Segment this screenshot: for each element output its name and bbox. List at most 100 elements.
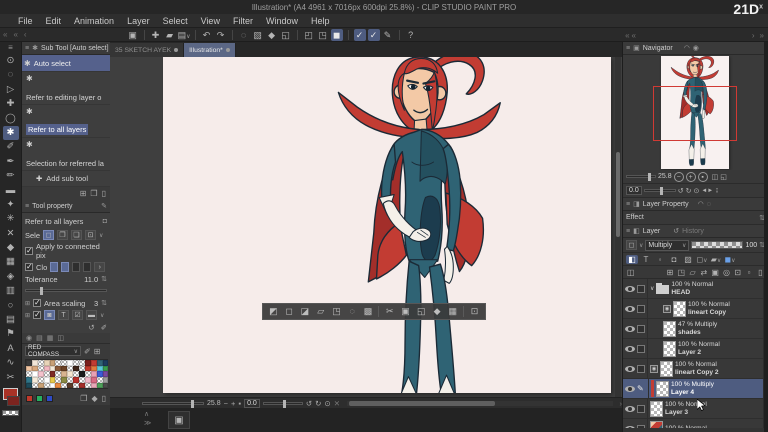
- folder-expand-icon[interactable]: ∨: [650, 285, 654, 292]
- logo-close-icon[interactable]: x: [759, 3, 763, 10]
- layer-visibility-icon[interactable]: [625, 365, 635, 372]
- create-mask-icon[interactable]: ◎: [722, 268, 731, 277]
- auto-select-tool[interactable]: ✱: [2, 125, 19, 141]
- deselect-launcher-icon[interactable]: ◩: [266, 305, 281, 318]
- rotate-right-icon[interactable]: ↻: [315, 399, 321, 408]
- menu-animation[interactable]: Animation: [74, 16, 114, 26]
- navigator-view-rectangle[interactable]: [653, 86, 737, 141]
- reset-defaults-icon[interactable]: ↺: [88, 323, 94, 332]
- rotate-left-icon[interactable]: ↺: [306, 399, 312, 408]
- close-gap-checkbox[interactable]: [25, 262, 33, 271]
- delete-subtool-icon[interactable]: ▯: [102, 189, 106, 198]
- tab-close-icon[interactable]: [225, 48, 230, 52]
- effect-icon[interactable]: ◦: [654, 255, 666, 264]
- subtool-item-0[interactable]: ✱ Auto select: [22, 55, 110, 72]
- zoom-out-icon[interactable]: −: [224, 399, 228, 408]
- palette-drawer-button[interactable]: ◻: [626, 240, 637, 250]
- nav-rotate-left-icon[interactable]: ↺: [678, 187, 684, 195]
- cut-icon[interactable]: ✂: [382, 305, 397, 318]
- information-tab-icon[interactable]: ◉: [693, 44, 699, 52]
- menu-layer[interactable]: Layer: [127, 16, 150, 26]
- blend-mode-select[interactable]: Multiply ∨: [645, 239, 690, 251]
- layer-visibility-icon[interactable]: [625, 305, 635, 312]
- invert-selection-icon[interactable]: ◪: [298, 305, 313, 318]
- marker-tool[interactable]: ▬: [3, 184, 19, 198]
- collapse-arrows[interactable]: ∧ ≫: [144, 410, 151, 428]
- nav-reset-rotation-icon[interactable]: ⊙: [693, 187, 699, 195]
- recent-color-1[interactable]: [36, 395, 43, 403]
- launcher-settings-icon[interactable]: ⊡: [467, 305, 482, 318]
- reset-rotation-icon[interactable]: ⊙: [324, 399, 330, 408]
- color-tab-icon-0[interactable]: ◉: [26, 334, 32, 342]
- open-clip-studio-icon[interactable]: ▣: [127, 29, 139, 41]
- move-tool[interactable]: ✚: [3, 97, 19, 111]
- panel-menu-icon[interactable]: ≡: [626, 45, 630, 52]
- panel-menu-icon[interactable]: ≡: [626, 228, 630, 235]
- frame-border-tool[interactable]: ⚑: [3, 327, 19, 341]
- canvas-horizontal-scrollbar[interactable]: [347, 400, 613, 406]
- layer-checkbox[interactable]: [637, 404, 645, 413]
- fill-tool[interactable]: ◈: [3, 270, 19, 284]
- pencil-tool[interactable]: ✏: [3, 169, 19, 183]
- save-icon[interactable]: ▤∨: [178, 29, 191, 41]
- subtool-item-1[interactable]: ✱ Refer to editing layer o: [22, 72, 110, 105]
- layer-thumbnail[interactable]: [673, 300, 686, 317]
- selection-lasso-tool[interactable]: ◯: [3, 112, 19, 126]
- expand-selection-icon[interactable]: ◌: [345, 305, 360, 318]
- layer-checkbox[interactable]: [637, 304, 645, 313]
- nav-zoom-in-icon[interactable]: +: [685, 171, 696, 182]
- new-raster-layer-icon[interactable]: ⊞: [665, 268, 674, 277]
- zoom-slider-handle[interactable]: [191, 399, 194, 408]
- dock-collapse-icon[interactable]: «: [632, 31, 636, 40]
- navigator-rotation-slider[interactable]: [643, 187, 676, 195]
- nav-actual-size-icon[interactable]: ▪: [697, 171, 708, 182]
- tab-sketch-document[interactable]: 35 SKETCH AYEK: [110, 43, 185, 57]
- layer-thumbnail[interactable]: [650, 420, 663, 428]
- layer-visibility-icon[interactable]: [625, 425, 635, 428]
- search-layer-tab-icon[interactable]: ◌: [707, 201, 711, 208]
- gradient-tool[interactable]: ▥: [3, 284, 19, 298]
- panel-menu-icon[interactable]: ≡: [25, 203, 29, 210]
- menu-help[interactable]: Help: [311, 16, 330, 26]
- rotation-slider-handle[interactable]: [282, 399, 286, 408]
- menu-file[interactable]: File: [18, 16, 33, 26]
- copy-icon[interactable]: ▣: [398, 305, 413, 318]
- selection-subtract-button[interactable]: ❏: [71, 230, 83, 240]
- tolerance-slider[interactable]: [25, 287, 107, 295]
- layer-checkbox[interactable]: [637, 344, 645, 353]
- dock-collapse-icon[interactable]: «: [13, 30, 17, 39]
- slider-handle[interactable]: [648, 173, 651, 181]
- canvas-page[interactable]: [163, 57, 611, 397]
- scroll-arrow-icon[interactable]: »: [760, 31, 764, 40]
- gap-size-2[interactable]: [61, 262, 70, 272]
- select-all-icon[interactable]: ◻: [282, 305, 297, 318]
- selection-add-button[interactable]: ❐: [57, 230, 69, 240]
- new-folder-icon[interactable]: ▱: [688, 268, 697, 277]
- tool-palette-menu-icon[interactable]: ≡: [8, 42, 13, 54]
- layer-checkbox[interactable]: [637, 424, 645, 428]
- tool-property-header[interactable]: ≡ Tool property ✎: [22, 200, 110, 213]
- selection-multiply-button[interactable]: ⊡: [85, 230, 97, 240]
- layer-checkbox[interactable]: [637, 284, 645, 293]
- decoration-tool[interactable]: ✕: [3, 227, 19, 241]
- balloon-tool[interactable]: ▤: [3, 313, 19, 327]
- redo-icon[interactable]: ↷: [215, 29, 227, 41]
- pen-settings-icon[interactable]: ✎: [101, 202, 107, 210]
- wrench-icon[interactable]: ✐: [101, 323, 107, 332]
- snap-to-ruler-icon[interactable]: ✓: [353, 28, 366, 41]
- crop-icon[interactable]: ◱: [280, 29, 292, 41]
- dock-collapse-icon[interactable]: ‹: [24, 30, 27, 39]
- add-color-set-icon[interactable]: ⊞: [94, 347, 101, 356]
- selection-new-button[interactable]: ◻: [43, 230, 55, 240]
- gap-expand-button[interactable]: ›: [94, 262, 106, 272]
- delete-swatch-icon[interactable]: ▯: [102, 394, 106, 403]
- airbrush-tool[interactable]: ✳: [3, 212, 19, 226]
- selection-border-show-icon[interactable]: ◼: [330, 28, 343, 41]
- gap-size-4[interactable]: [83, 262, 92, 272]
- navigator-header[interactable]: ≡ ▣ Navigator ◠ ◉: [623, 42, 768, 55]
- add-subtool-icon[interactable]: ⊞: [80, 189, 87, 198]
- ruler-tool[interactable]: ∿: [3, 356, 19, 370]
- navigator-zoom-slider[interactable]: [626, 173, 656, 181]
- apply-mask-icon[interactable]: ⊡: [733, 268, 742, 277]
- layer-checkbox[interactable]: [637, 324, 645, 333]
